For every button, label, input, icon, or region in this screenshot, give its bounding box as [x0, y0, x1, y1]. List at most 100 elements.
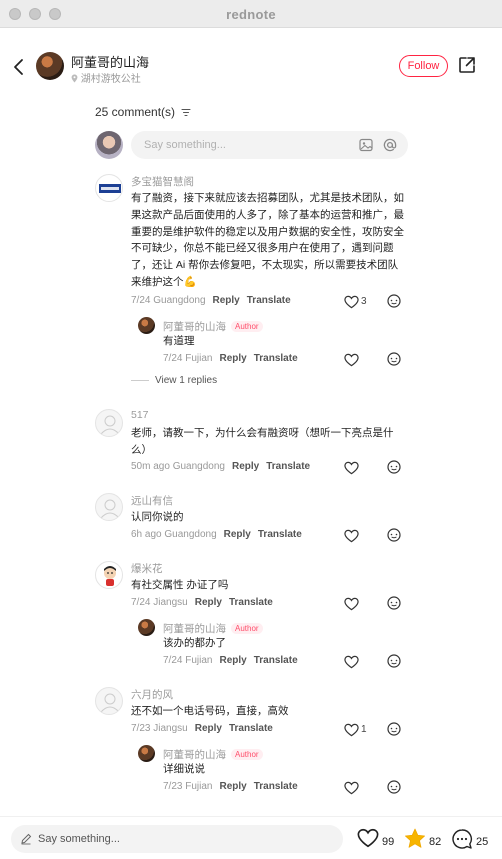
reply-button[interactable]: Reply	[195, 723, 222, 734]
translate-button[interactable]: Translate	[247, 295, 291, 306]
comment-time-location: 6h ago Guangdong	[131, 529, 217, 540]
commenter-avatar[interactable]	[95, 493, 123, 521]
commenter-avatar[interactable]	[95, 687, 123, 715]
reply-button[interactable]: Reply	[219, 781, 246, 792]
commenter-avatar[interactable]	[95, 174, 123, 202]
comment-time-location: 7/24 Jiangsu	[131, 597, 188, 608]
translate-button[interactable]: Translate	[254, 353, 298, 364]
pencil-icon	[21, 833, 32, 845]
reply-author-avatar[interactable]	[138, 619, 155, 636]
reply-author-avatar[interactable]	[138, 317, 155, 334]
reply-meta: 7/23 Fujian Reply Translate	[163, 781, 298, 792]
translate-button[interactable]: Translate	[258, 529, 302, 540]
like-count: 1	[361, 724, 367, 735]
post-header: 阿董哥的山海 湖村游牧公社 Follow	[0, 28, 502, 104]
translate-button[interactable]: Translate	[266, 461, 310, 472]
comment-meta: 7/24 Jiangsu Reply Translate	[131, 597, 273, 608]
heart-icon[interactable]	[344, 723, 359, 737]
commenter-avatar[interactable]	[95, 561, 123, 589]
commenter-name[interactable]: 517	[131, 409, 149, 421]
translate-button[interactable]: Translate	[254, 655, 298, 666]
reply-author-label[interactable]: 阿董哥的山海	[163, 623, 226, 635]
reply-bubble-icon[interactable]	[387, 596, 401, 610]
translate-button[interactable]: Translate	[254, 781, 298, 792]
cartoon-avatar-icon	[104, 566, 116, 586]
reply-time-location: 7/24 Fujian	[163, 655, 213, 666]
heart-icon[interactable]	[344, 353, 359, 367]
heart-icon[interactable]	[344, 461, 359, 475]
commenter-name[interactable]: 多宝猫智慧阁	[131, 174, 194, 189]
author-name[interactable]: 阿董哥的山海	[71, 52, 149, 71]
brand-logo-avatar	[99, 184, 121, 193]
reply-text: 详细说说	[163, 763, 205, 775]
view-replies-link[interactable]: View 1 replies	[131, 375, 217, 386]
reply-author-name: 阿董哥的山海 Author	[163, 747, 263, 762]
sort-icon[interactable]	[181, 108, 191, 117]
heart-icon[interactable]	[357, 828, 379, 848]
reply-button[interactable]: Reply	[213, 295, 240, 306]
window-title: rednote	[226, 7, 276, 22]
comment-meta: 7/24 Guangdong Reply Translate	[131, 295, 291, 306]
reply-author-label[interactable]: 阿董哥的山海	[163, 321, 226, 333]
reply-text: 该办的都办了	[163, 637, 226, 649]
image-icon[interactable]	[358, 137, 374, 153]
comment-time-location: 7/24 Guangdong	[131, 295, 206, 306]
comments-count-label: 25 comment(s)	[95, 105, 176, 119]
commenter-name[interactable]: 远山有信	[131, 493, 173, 508]
comment-meta: 50m ago Guangdong Reply Translate	[131, 461, 310, 472]
heart-icon[interactable]	[344, 781, 359, 795]
reply-button[interactable]: Reply	[219, 353, 246, 364]
bottom-action-bar: Say something... 99 82 25	[0, 816, 502, 859]
reply-button[interactable]: Reply	[232, 461, 259, 472]
reply-author-label[interactable]: 阿董哥的山海	[163, 749, 226, 761]
reply-bubble-icon[interactable]	[387, 722, 401, 736]
reply-bubble-icon[interactable]	[387, 528, 401, 542]
reply-bubble-icon[interactable]	[387, 352, 401, 366]
comment-time-location: 7/23 Jiangsu	[131, 723, 188, 734]
post-favorite-count: 82	[429, 836, 442, 848]
heart-icon[interactable]	[344, 655, 359, 669]
translate-button[interactable]: Translate	[229, 723, 273, 734]
translate-button[interactable]: Translate	[229, 597, 273, 608]
reply-button[interactable]: Reply	[219, 655, 246, 666]
author-avatar[interactable]	[36, 52, 64, 80]
heart-icon[interactable]	[344, 529, 359, 543]
commenter-name[interactable]: 六月的风	[131, 687, 173, 702]
reply-author-avatar[interactable]	[138, 745, 155, 762]
divider-line	[131, 379, 149, 381]
comment-meta: 7/23 Jiangsu Reply Translate	[131, 723, 273, 734]
default-avatar-icon	[100, 415, 120, 435]
reply-bubble-icon[interactable]	[387, 654, 401, 668]
heart-icon[interactable]	[344, 295, 359, 309]
commenter-avatar[interactable]	[95, 409, 123, 437]
author-location: 湖村游牧公社	[71, 70, 141, 85]
commenter-name[interactable]: 爆米花	[131, 561, 163, 576]
reply-time-location: 7/23 Fujian	[163, 781, 213, 792]
reply-bubble-icon[interactable]	[387, 460, 401, 474]
share-icon[interactable]	[458, 56, 476, 74]
view-replies-label[interactable]: View 1 replies	[155, 375, 217, 386]
reply-bubble-icon[interactable]	[387, 780, 401, 794]
reply-time-location: 7/24 Fujian	[163, 353, 213, 364]
default-avatar-icon	[100, 499, 120, 519]
reply-button[interactable]: Reply	[195, 597, 222, 608]
star-icon[interactable]	[404, 828, 426, 849]
comment-icon[interactable]	[451, 828, 473, 850]
reply-button[interactable]: Reply	[224, 529, 251, 540]
reply-meta: 7/24 Fujian Reply Translate	[163, 655, 298, 666]
reply-bubble-icon[interactable]	[387, 294, 401, 308]
post-comment-count: 25	[476, 836, 489, 848]
heart-icon[interactable]	[344, 597, 359, 611]
location-pin-icon	[71, 74, 78, 83]
comment-text: 老师，请教一下，为什么会有融资呀（想听一下亮点是什么）	[131, 427, 394, 456]
post-like-count: 99	[382, 836, 395, 848]
bottom-comment-input[interactable]: Say something...	[11, 825, 343, 853]
mention-icon[interactable]	[382, 137, 398, 153]
location-text: 湖村游牧公社	[80, 74, 141, 85]
like-count: 3	[361, 296, 367, 307]
follow-button[interactable]: Follow	[399, 55, 448, 77]
back-icon[interactable]	[12, 58, 26, 76]
comment-time-location: 50m ago Guangdong	[131, 461, 225, 472]
comment-meta: 6h ago Guangdong Reply Translate	[131, 529, 302, 540]
author-badge: Author	[231, 321, 263, 332]
